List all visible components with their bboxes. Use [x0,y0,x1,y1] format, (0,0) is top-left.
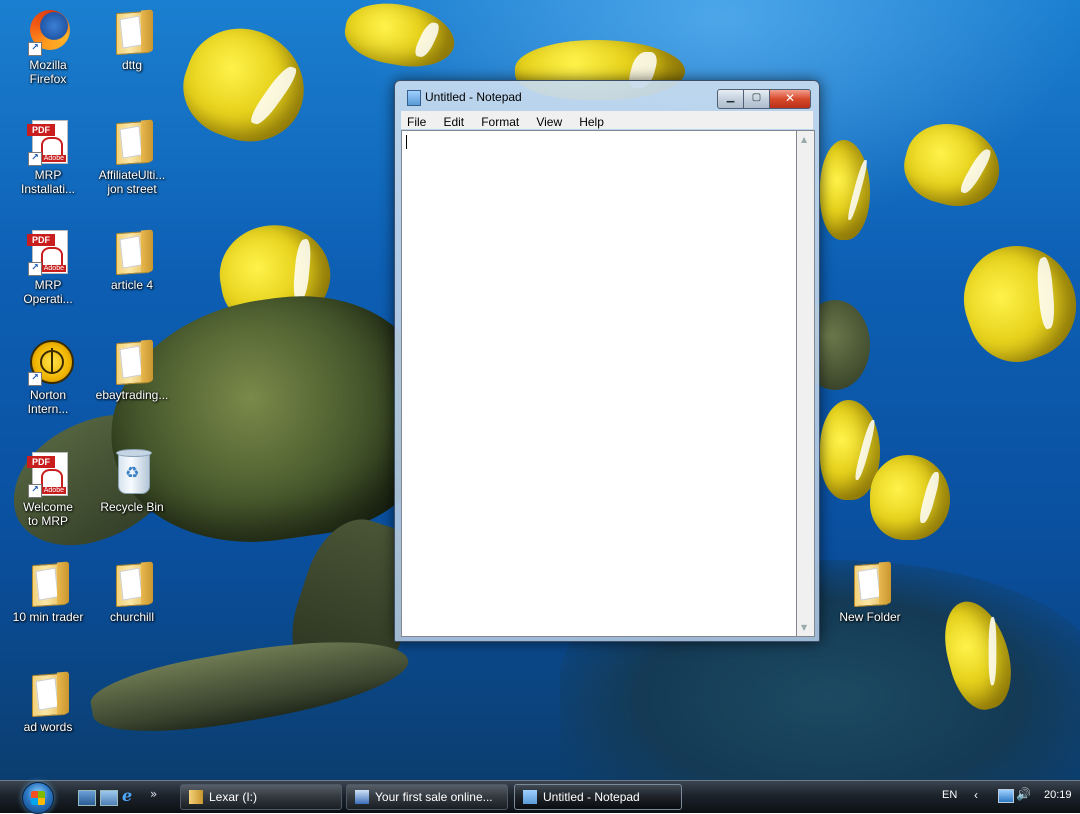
vertical-scrollbar[interactable]: ▲ ▼ [796,130,815,637]
minimize-icon: ▁ [726,92,735,103]
notepad-window[interactable]: Untitled - Notepad ▁ ▢ ✕ File Edit Forma… [394,80,820,642]
system-tray: EN ‹ 🔊 20:19 [936,781,1080,813]
desktop-icon-label: Welcome to MRP [23,500,73,528]
switch-windows-icon[interactable] [100,790,118,806]
desktop-icon-dttg[interactable]: dttg [94,8,170,72]
desktop-icon-ebaytrading[interactable]: ebaytrading... [94,338,170,402]
pdf-icon: PDF Adobe ↗ [26,228,70,276]
folder-icon [110,560,154,608]
wallpaper-turtle-shell [94,278,446,562]
desktop-icon-affiliateultimate[interactable]: AffiliateUlti... jon street [94,118,170,196]
wallpaper-fish [340,0,460,75]
folder-icon [110,118,154,166]
clock[interactable]: 20:19 [1044,789,1072,801]
menu-format[interactable]: Format [475,114,525,130]
taskbar-button-label: Lexar (I:) [209,790,258,804]
menu-edit[interactable]: Edit [437,114,470,130]
desktop-icon-mrp-operation[interactable]: PDF Adobe ↗ MRP Operati... [10,228,86,306]
desktop[interactable]: ↗ Mozilla Firefox dttg PDF Adobe ↗ MRP In… [0,0,1080,780]
desktop-icon-new-folder[interactable]: New Folder [832,560,908,624]
menu-bar: File Edit Format View Help [401,111,813,129]
windows-logo-icon [22,782,54,814]
taskbar-button-lexar[interactable]: Lexar (I:) [180,784,342,810]
internet-explorer-icon[interactable]: e [122,786,138,805]
folder-icon [26,560,70,608]
taskbar-button-word-document[interactable]: Your first sale online... [346,784,508,810]
quick-launch-more-button[interactable]: » [150,787,157,801]
desktop-icon-label: ebaytrading... [95,388,169,402]
language-indicator[interactable]: EN [942,789,957,801]
menu-help[interactable]: Help [573,114,610,130]
folder-icon [110,8,154,56]
maximize-button[interactable]: ▢ [743,89,770,109]
desktop-icon-label: ad words [23,720,73,734]
close-button[interactable]: ✕ [769,89,811,109]
taskbar-button-notepad[interactable]: Untitled - Notepad [514,784,682,810]
pdf-icon: PDF Adobe ↗ [26,118,70,166]
shortcut-arrow-icon: ↗ [28,262,42,276]
desktop-icon-label: Mozilla Firefox [29,58,67,86]
show-hidden-icons-chevron-icon[interactable]: ‹ [974,788,978,802]
window-title: Untitled - Notepad [425,90,522,104]
shortcut-arrow-icon: ↗ [28,484,42,498]
notepad-icon [407,90,421,106]
recycle-bin-icon [110,449,154,498]
maximize-icon: ▢ [751,92,762,103]
desktop-icon-welcome-to-mrp[interactable]: PDF Adobe ↗ Welcome to MRP [10,450,86,528]
menu-view[interactable]: View [530,114,568,130]
shortcut-arrow-icon: ↗ [28,42,42,56]
desktop-icon-label: Norton Intern... [27,388,69,416]
desktop-icon-recycle-bin[interactable]: Recycle Bin [94,449,170,514]
norton-icon: ↗ [26,338,74,386]
taskbar: e » Lexar (I:) Your first sale online...… [0,780,1080,814]
start-button[interactable] [10,782,68,814]
firefox-icon: ↗ [26,8,70,56]
title-bar[interactable]: Untitled - Notepad ▁ ▢ ✕ [395,81,819,109]
desktop-icon-label: New Folder [839,610,901,624]
desktop-icon-label: Recycle Bin [100,500,164,514]
menu-file[interactable]: File [401,114,432,130]
volume-icon[interactable]: 🔊 [1016,787,1031,801]
desktop-icon-label: MRP Installati... [20,168,76,196]
wallpaper-fish [820,140,870,240]
word-document-icon [355,789,369,804]
desktop-icon-mrp-installation[interactable]: PDF Adobe ↗ MRP Installati... [10,118,86,196]
network-icon[interactable] [998,789,1014,803]
desktop-icon-label: dttg [121,58,142,72]
wallpaper-fish [870,455,950,540]
desktop-icon-churchill[interactable]: churchill [94,560,170,624]
folder-icon [848,560,892,608]
minimize-button[interactable]: ▁ [717,89,744,109]
notepad-icon [523,789,537,804]
folder-icon [189,789,203,804]
desktop-icon-label: churchill [109,610,154,624]
taskbar-button-label: Your first sale online... [375,790,493,804]
text-editor-area[interactable] [401,130,796,637]
desktop-icon-10-min-trader[interactable]: 10 min trader [10,560,86,624]
folder-icon [110,338,154,386]
shortcut-arrow-icon: ↗ [28,372,42,386]
desktop-icon-label: AffiliateUlti... jon street [98,168,166,196]
pdf-icon: PDF Adobe ↗ [26,450,70,498]
desktop-icon-label: MRP Operati... [23,278,73,306]
folder-icon [26,670,70,718]
desktop-icon-label: article 4 [110,278,154,292]
close-icon: ✕ [784,91,796,105]
taskbar-button-label: Untitled - Notepad [543,790,640,804]
show-desktop-icon[interactable] [78,790,96,806]
desktop-icon-ad-words[interactable]: ad words [10,670,86,734]
wallpaper-fish [169,12,321,158]
scroll-down-arrow-icon[interactable]: ▼ [801,623,807,632]
desktop-icon-article-4[interactable]: article 4 [94,228,170,292]
scroll-up-arrow-icon[interactable]: ▲ [801,135,807,144]
wallpaper-fish [896,114,1009,216]
wallpaper-fish [948,229,1080,376]
folder-icon [110,228,154,276]
desktop-icon-norton[interactable]: ↗ Norton Intern... [10,338,86,416]
shortcut-arrow-icon: ↗ [28,152,42,166]
desktop-icon-firefox[interactable]: ↗ Mozilla Firefox [10,8,86,86]
desktop-icon-label: 10 min trader [12,610,84,624]
text-caret [406,135,407,149]
